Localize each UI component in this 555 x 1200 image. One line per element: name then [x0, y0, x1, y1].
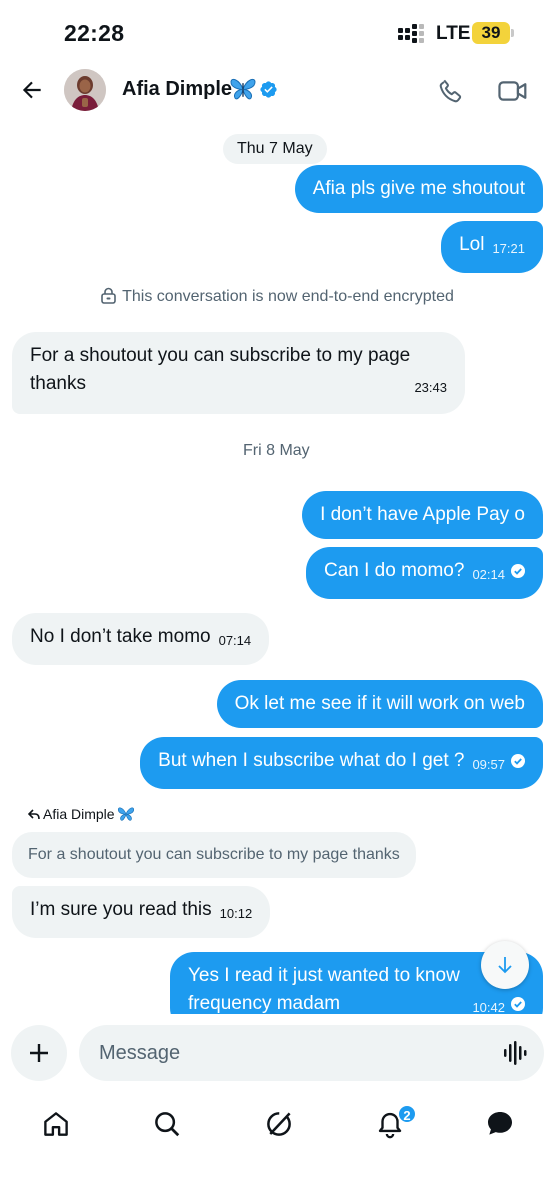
message-time: 09:57	[472, 757, 505, 772]
message-bubble-incoming[interactable]: I’m sure you read this 10:12	[12, 886, 271, 938]
message-text: Ok let me see if it will work on web	[234, 693, 525, 714]
message-bubble-outgoing[interactable]: Afia pls give me shoutout	[294, 165, 543, 213]
add-attachment-button[interactable]	[11, 1025, 67, 1081]
message-bubble-incoming[interactable]: No I don’t take momo 07:14	[12, 613, 270, 665]
call-button[interactable]	[436, 76, 466, 106]
message-text: For a shoutout you can subscribe to my p…	[30, 345, 411, 366]
read-receipt-icon	[511, 997, 525, 1011]
status-bar: 22:28 LTE 39	[0, 0, 555, 64]
message-time: 17:21	[492, 241, 525, 256]
bottom-navigation: 2	[0, 1090, 555, 1160]
message-text: Lol	[459, 234, 485, 255]
nav-grok[interactable]	[261, 1106, 297, 1142]
scroll-to-bottom-button[interactable]	[481, 941, 529, 989]
conversation-header: Afia Dimple	[0, 64, 555, 120]
message-text: But when I subscribe what do I get ?	[158, 750, 465, 771]
message-text: I’m sure you read this	[30, 899, 212, 920]
butterfly-emoji-icon	[117, 807, 134, 821]
battery-icon: 39	[472, 22, 510, 44]
message-text: I don’t have Apple Pay o	[320, 504, 525, 525]
avatar[interactable]	[64, 69, 106, 111]
message-bubble-outgoing[interactable]: Can I do momo? 02:14	[305, 547, 543, 599]
search-icon	[155, 1112, 180, 1137]
nav-home[interactable]	[38, 1106, 74, 1142]
message-thread[interactable]: Thu 7 May Afia pls give me shoutout Lol 1…	[0, 124, 555, 1014]
grok-icon	[267, 1112, 291, 1136]
voice-waveform-icon	[504, 1041, 527, 1065]
read-receipt-icon	[511, 754, 525, 768]
lock-icon	[101, 287, 116, 304]
date-separator: Thu 7 May	[223, 134, 327, 164]
reply-arrow-icon	[27, 809, 40, 820]
message-composer	[0, 1022, 555, 1086]
message-time: 07:14	[218, 633, 252, 648]
message-bubble-incoming[interactable]: For a shoutout you can subscribe to my p…	[12, 332, 465, 414]
message-time: 10:42	[472, 1000, 505, 1014]
message-time: 23:43	[414, 380, 447, 395]
message-text-continued: thanks	[30, 373, 86, 394]
signal-icon	[398, 24, 428, 44]
verified-badge-icon	[260, 81, 277, 98]
date-separator: Fri 8 May	[243, 442, 310, 459]
message-text: No I don’t take momo	[30, 626, 211, 647]
encryption-notice-text: This conversation is now end-to-end encr…	[122, 288, 454, 305]
message-time: 10:12	[219, 906, 253, 921]
message-time: 02:14	[472, 567, 505, 582]
back-button[interactable]	[14, 72, 50, 108]
message-bubble-outgoing[interactable]: But when I subscribe what do I get ? 09:5…	[140, 737, 543, 789]
messages-icon	[488, 1112, 512, 1135]
message-input[interactable]	[79, 1025, 544, 1081]
nav-messages[interactable]	[482, 1106, 518, 1142]
butterfly-emoji-icon	[230, 78, 256, 100]
contact-name[interactable]: Afia Dimple	[122, 78, 232, 101]
message-bubble-outgoing[interactable]: Lol 17:21	[441, 221, 543, 273]
phone-icon	[439, 79, 462, 103]
reply-context: Afia Dimple	[27, 806, 135, 822]
quoted-message[interactable]: For a shoutout you can subscribe to my p…	[12, 832, 416, 878]
message-text-continued: frequency madam	[188, 993, 341, 1014]
message-bubble-outgoing[interactable]: Ok let me see if it will work on web	[216, 680, 543, 728]
video-camera-icon	[498, 81, 527, 101]
read-receipt-icon	[511, 564, 525, 578]
battery-tip	[511, 29, 514, 37]
notifications-badge: 2	[397, 1104, 417, 1124]
arrow-down-icon	[498, 957, 512, 974]
message-bubble-outgoing[interactable]: I don’t have Apple Pay o	[302, 491, 543, 539]
encryption-notice: This conversation is now end-to-end encr…	[0, 287, 555, 306]
network-type: LTE	[436, 23, 471, 44]
video-call-button[interactable]	[497, 76, 529, 106]
message-text: Yes I read it just wanted to know	[188, 965, 460, 986]
avatar-image	[64, 69, 106, 111]
status-time: 22:28	[64, 20, 125, 46]
arrow-left-icon	[22, 81, 41, 99]
message-text: Afia pls give me shoutout	[312, 178, 525, 199]
reply-author-name: Afia Dimple	[43, 806, 115, 822]
nav-search[interactable]	[149, 1106, 185, 1142]
plus-icon	[30, 1044, 48, 1062]
message-text: Can I do momo?	[323, 560, 465, 581]
voice-message-button[interactable]	[500, 1040, 530, 1066]
home-icon	[44, 1112, 68, 1136]
